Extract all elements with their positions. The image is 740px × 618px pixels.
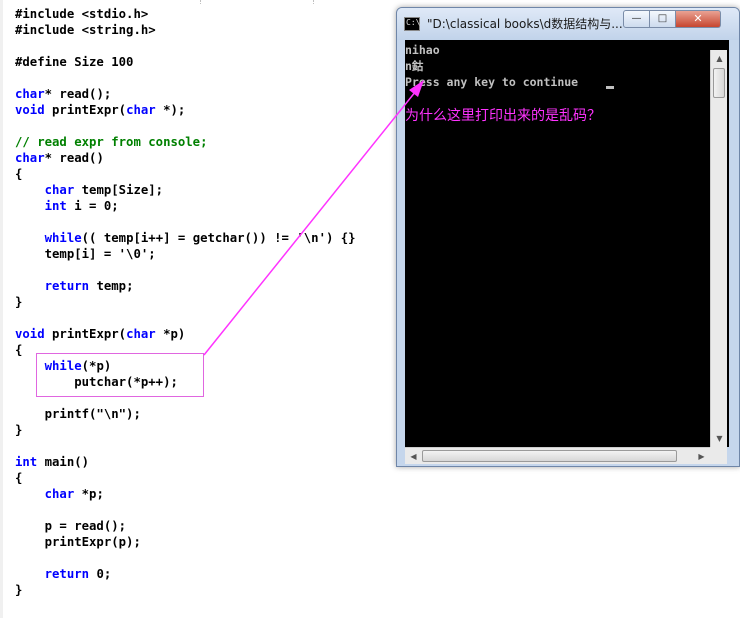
scroll-down-icon[interactable]: ▼ <box>711 430 728 447</box>
code-line: int i = 0; <box>15 198 119 214</box>
code-line: temp[i] = '\0'; <box>15 246 156 262</box>
code-line: return 0; <box>15 566 112 582</box>
code-text: main() <box>37 455 90 469</box>
code-text: temp[Size]; <box>74 183 164 197</box>
code-text: printExpr( <box>44 327 127 341</box>
code-keyword: char <box>126 327 156 341</box>
code-text: #include <stdio.h> <box>15 7 149 21</box>
highlighted-code-box <box>36 353 204 397</box>
code-line: return temp; <box>15 278 134 294</box>
scroll-left-icon[interactable]: ◀ <box>405 448 422 465</box>
code-keyword: int <box>15 455 38 469</box>
code-text: { <box>15 471 23 485</box>
code-keyword: char <box>44 183 75 197</box>
window-title: "D:\classical books\d数据结构与... <box>427 17 623 31</box>
code-keyword: char <box>15 151 45 165</box>
code-line: void printExpr(char *p) <box>15 326 185 342</box>
code-line: } <box>15 294 22 310</box>
console-output-line: Press any key to continue <box>405 75 579 89</box>
code-line: { <box>15 342 22 358</box>
code-keyword: void <box>15 327 45 341</box>
code-line: while(( temp[i++] = getchar()) != '\n') … <box>15 230 356 246</box>
console-output-line: n鈷 <box>405 59 424 73</box>
code-keyword: return <box>44 567 90 581</box>
code-keyword: char <box>44 487 75 501</box>
editor-ruler-mark <box>313 0 315 4</box>
code-line: } <box>15 422 22 438</box>
code-keyword: char <box>126 103 156 117</box>
maximize-button[interactable]: □ <box>650 10 676 28</box>
code-text: printExpr(p); <box>15 535 141 549</box>
code-line: { <box>15 166 22 182</box>
code-line: #include <string.h> <box>15 22 156 38</box>
code-line: printf("\n"); <box>15 406 141 422</box>
editor-margin <box>0 0 3 618</box>
resize-grip[interactable] <box>710 447 727 464</box>
code-text: #include <string.h> <box>15 23 156 37</box>
code-text: #define Size 100 <box>15 55 134 69</box>
console-output-line: nihao <box>405 43 440 57</box>
code-text: } <box>15 295 23 309</box>
code-text: *); <box>155 103 186 117</box>
minimize-button[interactable]: — <box>623 10 650 28</box>
code-keyword: void <box>15 103 45 117</box>
code-text: p = read(); <box>15 519 127 533</box>
code-line: p = read(); <box>15 518 126 534</box>
code-text: i = 0; <box>66 199 119 213</box>
code-line: { <box>15 470 22 486</box>
code-text: (( temp[i++] = getchar()) != '\n') {} <box>81 231 356 245</box>
code-line: #include <stdio.h> <box>15 6 148 22</box>
code-line: } <box>15 582 22 598</box>
horizontal-scroll-thumb[interactable] <box>422 450 677 462</box>
console-titlebar[interactable]: C:\ "D:\classical books\d数据结构与... — □ ✕ <box>397 8 739 40</box>
code-text: printExpr( <box>44 103 127 117</box>
code-line: int main() <box>15 454 89 470</box>
horizontal-scrollbar[interactable]: ◀ ▶ <box>405 447 710 464</box>
code-comment: // read expr from console; <box>15 135 208 149</box>
code-line: void printExpr(char *); <box>15 102 185 118</box>
console-app-icon: C:\ <box>404 17 420 31</box>
code-text: { <box>15 343 23 357</box>
code-line: char* read(); <box>15 86 111 102</box>
code-keyword: return <box>44 279 90 293</box>
code-text: { <box>15 167 23 181</box>
code-line: char* read() <box>15 150 104 166</box>
code-keyword: while <box>44 231 82 245</box>
scroll-up-icon[interactable]: ▲ <box>711 50 728 67</box>
console-app-icon-label: C:\ <box>406 18 421 27</box>
code-text: temp; <box>89 279 134 293</box>
vertical-scrollbar[interactable]: ▲ ▼ <box>710 50 727 447</box>
code-text: printf("\n"); <box>15 407 141 421</box>
scroll-right-icon[interactable]: ▶ <box>693 448 710 465</box>
close-button[interactable]: ✕ <box>676 10 721 28</box>
editor-ruler-mark <box>200 0 202 4</box>
code-keyword: char <box>15 87 45 101</box>
console-cursor <box>606 86 614 89</box>
code-text: } <box>15 423 23 437</box>
code-text: *p) <box>155 327 186 341</box>
code-line: printExpr(p); <box>15 534 141 550</box>
code-line: // read expr from console; <box>15 134 208 150</box>
code-text: 0; <box>89 567 112 581</box>
code-keyword: int <box>44 199 67 213</box>
vertical-scroll-thumb[interactable] <box>713 68 725 98</box>
code-text: * read() <box>44 151 104 165</box>
console-output[interactable]: nihao n鈷 Press any key to continue 为什么这里… <box>405 40 729 447</box>
code-line: char *p; <box>15 486 104 502</box>
code-text: *p; <box>74 487 104 501</box>
code-text: temp[i] = '\0'; <box>15 247 156 261</box>
annotation-question: 为什么这里打印出来的是乱码？ <box>405 108 601 124</box>
code-text: * read(); <box>44 87 112 101</box>
code-line: char temp[Size]; <box>15 182 163 198</box>
console-window[interactable]: C:\ "D:\classical books\d数据结构与... — □ ✕ … <box>396 7 740 467</box>
code-line: #define Size 100 <box>15 54 133 70</box>
code-text: } <box>15 583 23 597</box>
